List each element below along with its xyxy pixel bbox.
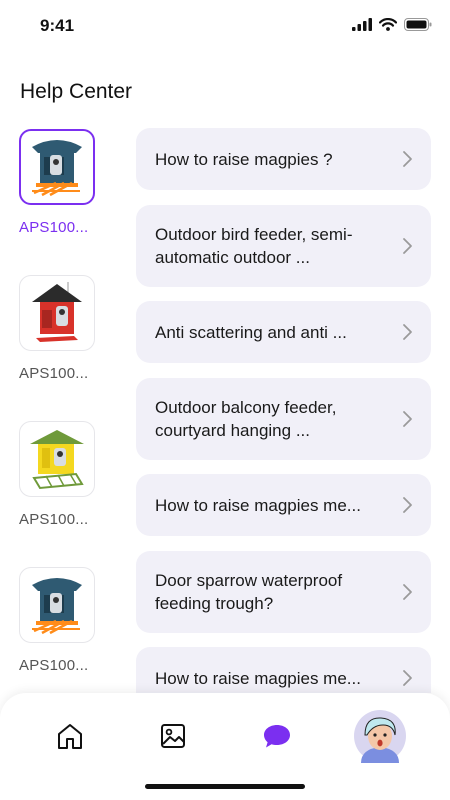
faq-list[interactable]: How to raise magpies ? Outdoor bird feed… [136,118,432,693]
cellular-signal-icon [352,18,372,31]
product-item[interactable]: APS100... [19,421,119,528]
faq-item[interactable]: How to raise magpies ? [136,128,431,190]
bird-feeder-image [32,578,82,635]
avatar [354,710,406,763]
chevron-right-icon [403,324,412,340]
status-time: 9:41 [40,16,75,35]
faq-item[interactable]: How to raise magpies me... [136,647,431,693]
bird-feeder-image [30,430,84,490]
home-indicator [145,784,305,789]
faq-question: Outdoor balcony feeder, courtyard hangin… [155,398,337,440]
product-item[interactable]: APS100... [19,567,119,674]
chevron-right-icon [403,497,412,513]
faq-item[interactable]: Outdoor bird feeder, semi-automatic outd… [136,205,431,287]
product-thumbnail[interactable] [19,421,95,497]
chevron-right-icon [403,151,412,167]
product-sidebar[interactable]: APS100... APS100... APS100... APS100... [0,118,120,693]
image-icon [161,724,185,748]
product-label: APS100... [19,219,89,236]
faq-item[interactable]: Door sparrow waterproof feeding trough? [136,551,431,633]
chevron-right-icon [403,411,412,427]
wifi-icon [379,18,397,31]
faq-question: How to raise magpies me... [155,668,361,688]
page-title: Help Center [20,80,133,104]
tab-gallery[interactable] [143,711,203,761]
bird-feeder-image [32,282,82,342]
faq-item[interactable]: How to raise magpies me... [136,474,431,536]
battery-icon [404,18,432,31]
chevron-right-icon [403,584,412,600]
home-icon [58,724,82,749]
status-bar: 9:41 [0,0,450,52]
tab-home[interactable] [40,711,100,761]
faq-question: Outdoor bird feeder, semi-automatic outd… [155,225,353,267]
faq-question: Anti scattering and anti ... [155,322,347,342]
faq-item[interactable]: Anti scattering and anti ... [136,301,431,363]
status-icons [352,18,432,31]
product-label: APS100... [19,365,89,382]
product-item[interactable]: APS100... [19,129,119,236]
chat-bubble-icon [264,725,290,748]
bird-feeder-image [32,140,82,197]
product-thumbnail[interactable] [19,275,95,351]
chevron-right-icon [403,670,412,686]
chevron-right-icon [403,238,412,254]
faq-question: Door sparrow waterproof feeding trough? [155,571,343,613]
tab-help[interactable] [247,711,307,761]
product-label: APS100... [19,657,89,674]
tab-profile[interactable] [350,710,410,763]
faq-item[interactable]: Outdoor balcony feeder, courtyard hangin… [136,378,431,460]
product-thumbnail[interactable] [19,129,95,205]
faq-question: How to raise magpies me... [155,495,361,515]
product-item[interactable]: APS100... [19,275,119,382]
product-label: APS100... [19,511,89,528]
faq-question: How to raise magpies ? [155,149,333,169]
product-thumbnail[interactable] [19,567,95,643]
